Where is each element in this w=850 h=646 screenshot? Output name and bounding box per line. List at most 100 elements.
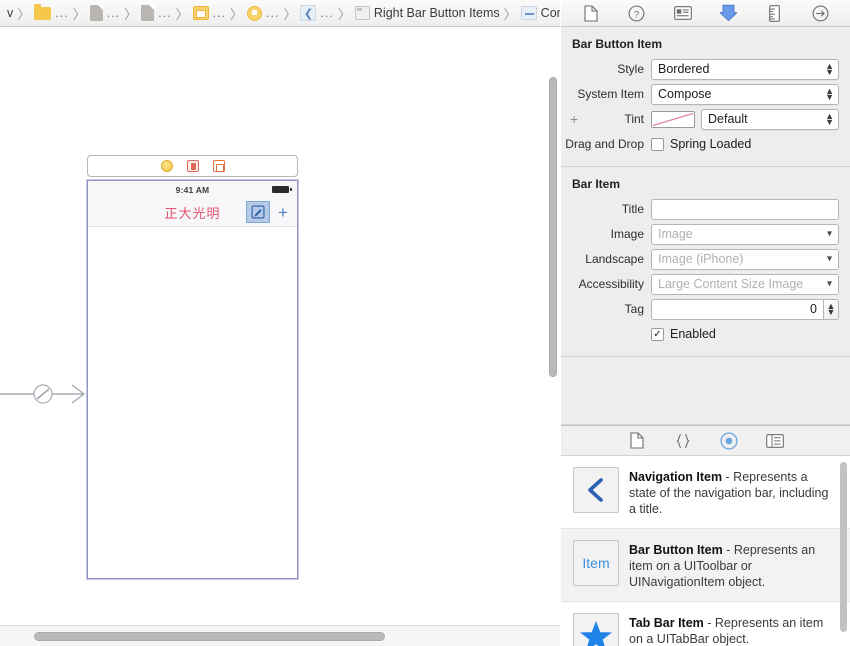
file-inspector-tab[interactable] xyxy=(580,3,602,23)
system-item-row: System Item Compose ▲ ▼ xyxy=(561,83,850,105)
chevron-down-icon: ▾ xyxy=(826,228,832,240)
breadcrumb-item-file-2[interactable]: ... xyxy=(138,0,174,26)
system-item-label: System Item xyxy=(577,87,644,101)
breadcrumb[interactable]: v 〉 ... 〉 ... 〉 ... 〉 ... 〉 ... 〉 ❮ ... … xyxy=(0,0,560,27)
image-label: Image xyxy=(610,227,644,241)
canvas-horizontal-scrollbar-track[interactable] xyxy=(0,625,560,646)
spring-loaded-label: Spring Loaded xyxy=(670,137,752,151)
image-placeholder: Image xyxy=(658,227,693,241)
file-template-library-tab[interactable] xyxy=(625,430,649,452)
breadcrumb-item-project[interactable]: v xyxy=(4,0,16,26)
navigation-bar[interactable]: 正大光明 + xyxy=(88,198,297,227)
library-item-list[interactable]: Navigation Item - Represents a state of … xyxy=(561,456,850,646)
braces-icon xyxy=(675,433,690,448)
library-item-text: Navigation Item - Represents a state of … xyxy=(629,467,834,517)
landscape-row: Landscape Image (iPhone) ▾ xyxy=(561,248,850,270)
canvas-horizontal-scrollbar[interactable] xyxy=(34,632,385,641)
breadcrumb-item-folder[interactable]: ... xyxy=(31,0,71,26)
library-item-text: Bar Button Item - Represents an item on … xyxy=(629,540,834,590)
file-icon xyxy=(629,432,644,449)
media-icon xyxy=(765,433,784,448)
breadcrumb-ellipsis: ... xyxy=(212,6,226,20)
library-item-text: Tab Bar Item - Represents an item on a U… xyxy=(629,613,834,646)
right-bar-button-items[interactable]: + xyxy=(246,201,293,223)
chevron-down-icon: ▾ xyxy=(826,278,832,290)
list-item[interactable]: Item Bar Button Item - Represents an ite… xyxy=(561,529,850,602)
enabled-label: Enabled xyxy=(670,327,716,341)
list-item[interactable]: Navigation Item - Represents a state of … xyxy=(561,456,850,529)
chevron-updown-icon: ▲ ▼ xyxy=(825,111,834,127)
style-value: Bordered xyxy=(658,62,710,76)
code-snippet-library-tab[interactable] xyxy=(671,430,695,452)
breadcrumb-ellipsis: ... xyxy=(55,6,69,20)
attributes-arrow-icon xyxy=(720,4,737,22)
navigation-item-icon xyxy=(354,6,370,20)
system-item-popup-button[interactable]: Compose ▲ ▼ xyxy=(651,83,839,105)
library-tab-bar[interactable] xyxy=(561,426,850,456)
landscape-placeholder: Image (iPhone) xyxy=(658,252,744,266)
connections-inspector-tab[interactable] xyxy=(810,3,832,23)
breadcrumb-separator: 〉 xyxy=(337,6,351,22)
tag-input[interactable]: 0 xyxy=(651,298,824,320)
battery-icon xyxy=(272,186,292,193)
drag-and-drop-row: Drag and Drop ✓ Spring Loaded xyxy=(561,133,850,155)
tint-popup-button[interactable]: Default ▲ ▼ xyxy=(701,108,839,130)
list-item[interactable]: Tab Bar Item - Represents an item on a U… xyxy=(561,602,850,646)
library-scrollbar[interactable] xyxy=(840,462,847,632)
tab-bar-item-thumbnail xyxy=(573,613,619,646)
media-library-tab[interactable] xyxy=(763,430,787,452)
question-circle-icon: ? xyxy=(628,5,645,21)
breadcrumb-item-compose[interactable]: Compose xyxy=(518,0,560,26)
tint-value: Default xyxy=(708,112,748,126)
add-variation-button[interactable]: + xyxy=(570,112,578,126)
accessibility-combo-box[interactable]: Large Content Size Image ▾ xyxy=(651,273,839,295)
tint-color-swatch[interactable] xyxy=(651,110,695,128)
breadcrumb-item-view-controller[interactable]: ... xyxy=(244,0,282,26)
chevron-down-icon: ▾ xyxy=(826,253,832,265)
storyboard-canvas[interactable]: 9:41 AM 正大光明 + xyxy=(0,27,560,625)
size-inspector-tab[interactable] xyxy=(764,3,786,23)
canvas-vertical-scrollbar[interactable] xyxy=(549,77,557,377)
style-row: Style Bordered ▲ ▼ xyxy=(561,58,850,80)
spring-loaded-checkbox[interactable]: ✓ xyxy=(651,137,664,151)
ruler-icon xyxy=(769,4,780,22)
tag-stepper[interactable]: ▲ ▼ xyxy=(824,298,839,320)
accessibility-row: Accessibility Large Content Size Image ▾ xyxy=(561,273,850,295)
add-bar-button-item[interactable]: + xyxy=(273,204,293,221)
view-controller-scene[interactable]: 9:41 AM 正大光明 + xyxy=(86,179,299,580)
bar-button-item-section: Bar Button Item Style Bordered ▲ ▼ System… xyxy=(561,27,850,167)
object-library-tab[interactable] xyxy=(717,430,741,452)
breadcrumb-item-navigation-bar[interactable]: ❮ ... xyxy=(297,0,336,26)
identity-inspector-tab[interactable] xyxy=(672,3,694,23)
breadcrumb-separator: 〉 xyxy=(17,6,31,22)
file-icon xyxy=(89,5,103,21)
style-popup-button[interactable]: Bordered ▲ ▼ xyxy=(651,58,839,80)
navigation-item-thumbnail xyxy=(573,467,619,513)
quick-help-inspector-tab[interactable]: ? xyxy=(626,3,648,23)
inspector-content: Bar Button Item Style Bordered ▲ ▼ System… xyxy=(561,27,850,425)
scene-dock[interactable] xyxy=(87,155,298,177)
enabled-checkbox[interactable]: ✓ xyxy=(651,327,664,341)
title-input[interactable] xyxy=(651,198,839,220)
star-icon xyxy=(580,620,612,646)
exit-dock-icon[interactable] xyxy=(212,160,225,172)
file-icon xyxy=(141,5,155,21)
breadcrumb-ellipsis: ... xyxy=(320,6,334,20)
landscape-combo-box[interactable]: Image (iPhone) ▾ xyxy=(651,248,839,270)
inspector-tab-bar[interactable]: ? xyxy=(561,0,850,27)
breadcrumb-label: v xyxy=(7,6,14,20)
attributes-inspector-tab[interactable] xyxy=(718,3,740,23)
system-item-value: Compose xyxy=(658,87,712,101)
editor-area: v 〉 ... 〉 ... 〉 ... 〉 ... 〉 ... 〉 ❮ ... … xyxy=(0,0,560,646)
breadcrumb-item-right-bar-button-items[interactable]: Right Bar Button Items xyxy=(352,0,503,26)
file-icon xyxy=(583,4,598,22)
drag-and-drop-label: Drag and Drop xyxy=(565,137,644,151)
compose-bar-button-item[interactable] xyxy=(246,201,270,223)
view-controller-dock-icon[interactable] xyxy=(160,160,173,172)
breadcrumb-separator: 〉 xyxy=(503,6,517,22)
breadcrumb-item-file-1[interactable]: ... xyxy=(87,0,123,26)
breadcrumb-item-storyboard[interactable]: ... xyxy=(190,0,229,26)
view-controller-icon xyxy=(247,5,263,21)
image-combo-box[interactable]: Image ▾ xyxy=(651,223,839,245)
first-responder-dock-icon[interactable] xyxy=(186,160,199,172)
